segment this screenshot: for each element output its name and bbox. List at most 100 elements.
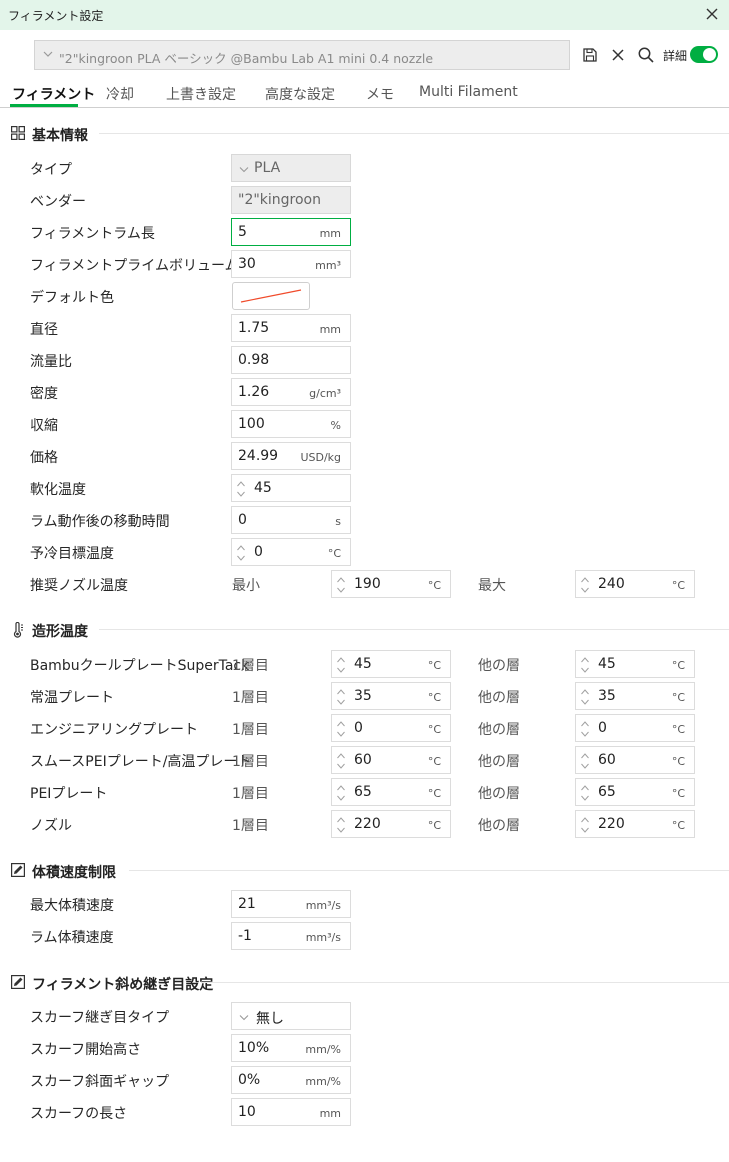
spinner-arrows-icon[interactable]	[236, 542, 246, 564]
prime-volume-input[interactable]: 30 mm³	[231, 250, 351, 278]
edit-box-icon	[11, 863, 25, 877]
other-layers-label: 他の層	[478, 722, 520, 738]
section-divider	[129, 870, 729, 871]
density-unit: g/cm³	[309, 387, 341, 400]
other-layers-temp-value: 45	[598, 656, 616, 672]
first-layer-label: 1層目	[232, 658, 269, 674]
density-input[interactable]: 1.26 g/cm³	[231, 378, 351, 406]
scarf-length-value: 10	[238, 1104, 256, 1120]
type-select[interactable]: PLA	[231, 154, 351, 182]
scarf-type-select[interactable]: 無し	[231, 1002, 351, 1030]
tab-notes[interactable]: メモ	[366, 84, 394, 104]
spinner-arrows-icon[interactable]	[580, 718, 590, 740]
tab-cooling[interactable]: 冷却	[106, 84, 134, 104]
other-layers-temp-spinner[interactable]: 65 °C	[575, 778, 695, 806]
other-layers-label: 他の層	[478, 818, 520, 834]
tab-advanced[interactable]: 高度な設定	[265, 84, 335, 104]
softening-temp-spinner[interactable]: 45	[231, 474, 351, 502]
max-volumetric-speed-input[interactable]: 21 mm³/s	[231, 890, 351, 918]
grid-icon	[11, 126, 25, 140]
first-layer-temp-spinner[interactable]: 35 °C	[331, 682, 451, 710]
spinner-arrows-icon[interactable]	[336, 574, 346, 596]
shrinkage-input[interactable]: 100 %	[231, 410, 351, 438]
toggle-knob	[703, 48, 716, 61]
price-input[interactable]: 24.99 USD/kg	[231, 442, 351, 470]
ram-travel-time-unit: s	[335, 515, 341, 528]
temp-unit: °C	[427, 787, 441, 800]
density-value: 1.26	[238, 384, 270, 400]
detail-mode-toggle[interactable]	[690, 46, 718, 63]
preset-dropdown[interactable]: "2"kingroon PLA ベーシック @Bambu Lab A1 mini…	[34, 40, 570, 70]
default-color-swatch[interactable]	[232, 282, 310, 310]
shrinkage-unit: %	[330, 419, 341, 432]
row-nozzle-temp-range: 推奨ノズル温度 最小 190 °C 最大 240 °C	[0, 570, 729, 598]
diameter-input[interactable]: 1.75 mm	[231, 314, 351, 342]
close-icon[interactable]	[701, 3, 723, 25]
nozzle-temp-max-spinner[interactable]: 240 °C	[575, 570, 695, 598]
row-scarf-start-height: スカーフ開始高さ 10% mm/%	[0, 1034, 729, 1062]
vendor-field: "2"kingroon	[231, 186, 351, 214]
spinner-arrows-icon[interactable]	[336, 718, 346, 740]
scarf-length-input[interactable]: 10 mm	[231, 1098, 351, 1126]
search-icon[interactable]	[636, 45, 656, 65]
flow-ratio-input[interactable]: 0.98	[231, 346, 351, 374]
row-vendor: ベンダー "2"kingroon	[0, 186, 729, 214]
spinner-arrows-icon[interactable]	[336, 686, 346, 708]
first-layer-label: 1層目	[232, 818, 269, 834]
spinner-arrows-icon[interactable]	[580, 654, 590, 676]
spinner-arrows-icon[interactable]	[580, 814, 590, 836]
ram-travel-time-input[interactable]: 0 s	[231, 506, 351, 534]
scarf-slope-gap-input[interactable]: 0% mm/%	[231, 1066, 351, 1094]
first-layer-label: 1層目	[232, 722, 269, 738]
spinner-arrows-icon[interactable]	[336, 750, 346, 772]
first-layer-temp-spinner[interactable]: 220 °C	[331, 810, 451, 838]
diameter-unit: mm	[319, 323, 341, 336]
other-layers-temp-spinner[interactable]: 45 °C	[575, 650, 695, 678]
print-temp-row: 常温プレート 1層目 35 °C 他の層 35 °C	[0, 682, 729, 710]
other-layers-temp-value: 65	[598, 784, 616, 800]
scarf-start-height-input[interactable]: 10% mm/%	[231, 1034, 351, 1062]
other-layers-temp-spinner[interactable]: 0 °C	[575, 714, 695, 742]
other-layers-temp-spinner[interactable]: 220 °C	[575, 810, 695, 838]
spinner-arrows-icon[interactable]	[336, 654, 346, 676]
spinner-arrows-icon[interactable]	[580, 750, 590, 772]
ram-volumetric-speed-unit: mm³/s	[305, 931, 341, 944]
default-color-label: デフォルト色	[30, 290, 114, 306]
first-layer-temp-spinner[interactable]: 45 °C	[331, 650, 451, 678]
temp-unit: °C	[671, 659, 685, 672]
temp-unit: °C	[427, 659, 441, 672]
tab-filament[interactable]: フィラメント	[12, 84, 95, 104]
first-layer-temp-value: 220	[354, 816, 381, 832]
spinner-arrows-icon[interactable]	[336, 782, 346, 804]
ram-length-input[interactable]: 5 mm	[231, 218, 351, 246]
first-layer-temp-spinner[interactable]: 60 °C	[331, 746, 451, 774]
tab-overrides[interactable]: 上書き設定	[166, 84, 236, 104]
spinner-arrows-icon[interactable]	[336, 814, 346, 836]
section-title: 造形温度	[32, 624, 88, 640]
vendor-label: ベンダー	[30, 194, 86, 210]
first-layer-temp-spinner[interactable]: 0 °C	[331, 714, 451, 742]
row-scarf-slope-gap: スカーフ斜面ギャップ 0% mm/%	[0, 1066, 729, 1094]
spinner-arrows-icon[interactable]	[236, 478, 246, 500]
preset-name: "2"kingroon PLA ベーシック @Bambu Lab A1 mini…	[59, 51, 434, 66]
other-layers-temp-spinner[interactable]: 60 °C	[575, 746, 695, 774]
other-layers-temp-spinner[interactable]: 35 °C	[575, 682, 695, 710]
detail-mode-label: 詳細	[663, 49, 688, 63]
ram-volumetric-speed-input[interactable]: -1 mm³/s	[231, 922, 351, 950]
ram-length-unit: mm	[319, 227, 341, 240]
spinner-arrows-icon[interactable]	[580, 574, 590, 596]
tab-multi-filament[interactable]: Multi Filament	[419, 84, 518, 100]
max-volumetric-speed-unit: mm³/s	[305, 899, 341, 912]
precool-temp-spinner[interactable]: 0 °C	[231, 538, 351, 566]
save-icon[interactable]	[580, 45, 600, 65]
spinner-arrows-icon[interactable]	[580, 782, 590, 804]
chevron-down-icon	[239, 1015, 249, 1021]
nozzle-temp-min-spinner[interactable]: 190 °C	[331, 570, 451, 598]
row-max-volumetric-speed: 最大体積速度 21 mm³/s	[0, 890, 729, 918]
print-temp-row: エンジニアリングプレート 1層目 0 °C 他の層 0 °C	[0, 714, 729, 742]
delete-icon[interactable]	[608, 45, 628, 65]
nozzle-temp-max-unit: °C	[671, 579, 685, 592]
section-divider	[99, 133, 729, 134]
spinner-arrows-icon[interactable]	[580, 686, 590, 708]
first-layer-temp-spinner[interactable]: 65 °C	[331, 778, 451, 806]
